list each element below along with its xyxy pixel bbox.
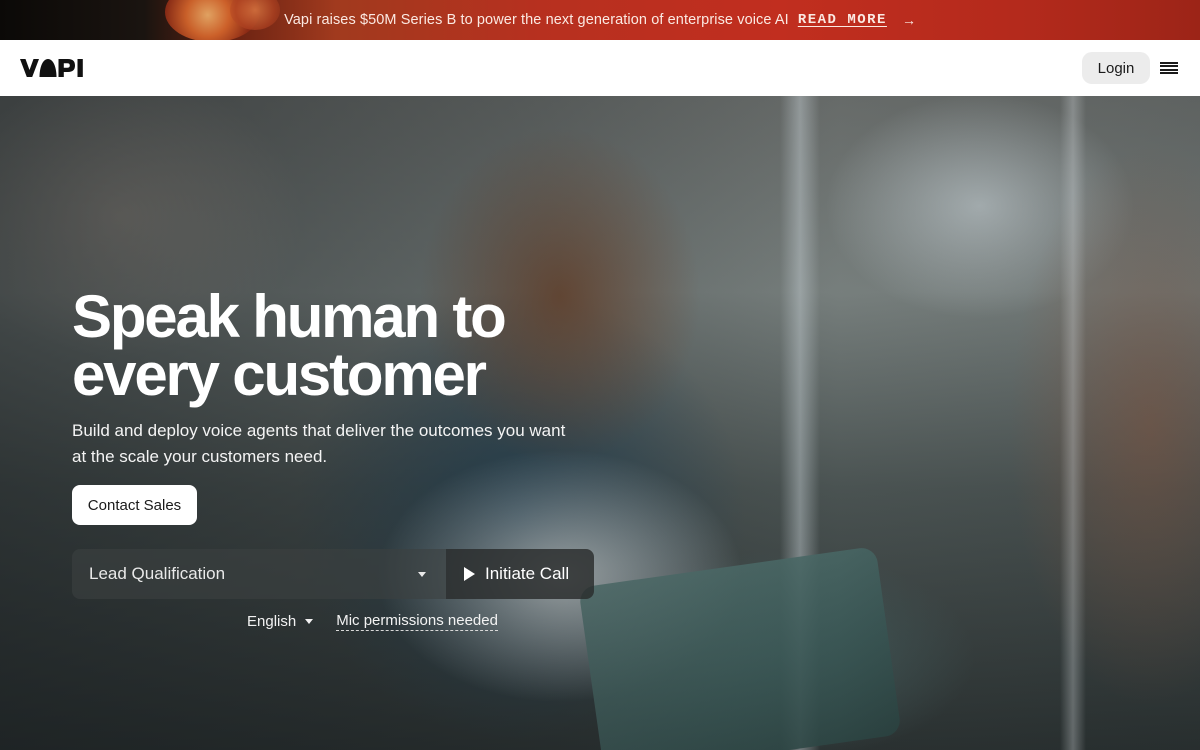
initiate-call-label: Initiate Call [485, 564, 570, 583]
announcement-banner: Vapi raises $50M Series B to power the n… [0, 0, 1200, 40]
site-header: Login [0, 40, 1200, 96]
call-demo-bar: Lead Qualification Initiate Call [72, 549, 594, 599]
banner-content: Vapi raises $50M Series B to power the n… [284, 12, 916, 28]
mic-permissions-link[interactable]: Mic permissions needed [336, 612, 498, 631]
play-icon [464, 567, 475, 581]
initiate-call-button[interactable]: Initiate Call [446, 549, 594, 599]
call-options-row: English Mic permissions needed [247, 612, 498, 631]
language-select[interactable]: English [247, 613, 314, 630]
arrow-right-icon[interactable]: → [902, 12, 916, 28]
contact-sales-button[interactable]: Contact Sales [72, 485, 197, 525]
vapi-logo[interactable] [20, 58, 90, 78]
hero-title-line-1: Speak human to [72, 283, 507, 350]
scenario-select[interactable]: Lead Qualification [72, 549, 446, 599]
chevron-down-icon [418, 571, 426, 577]
hero-title: Speak human to every customer [72, 283, 592, 408]
language-select-value: English [247, 613, 297, 630]
hamburger-menu-icon[interactable] [1160, 60, 1180, 76]
header-actions: Login [1082, 52, 1180, 84]
chevron-down-icon [305, 619, 314, 624]
hero-section: Speak human to every customer Build and … [0, 96, 1200, 750]
read-more-link[interactable]: READ MORE [798, 12, 887, 28]
banner-text: Vapi raises $50M Series B to power the n… [284, 12, 789, 28]
hero-subtitle: Build and deploy voice agents that deliv… [72, 421, 566, 466]
login-button[interactable]: Login [1082, 52, 1150, 84]
scenario-select-value: Lead Qualification [89, 564, 226, 583]
hero-title-line-2: every customer [72, 341, 487, 408]
